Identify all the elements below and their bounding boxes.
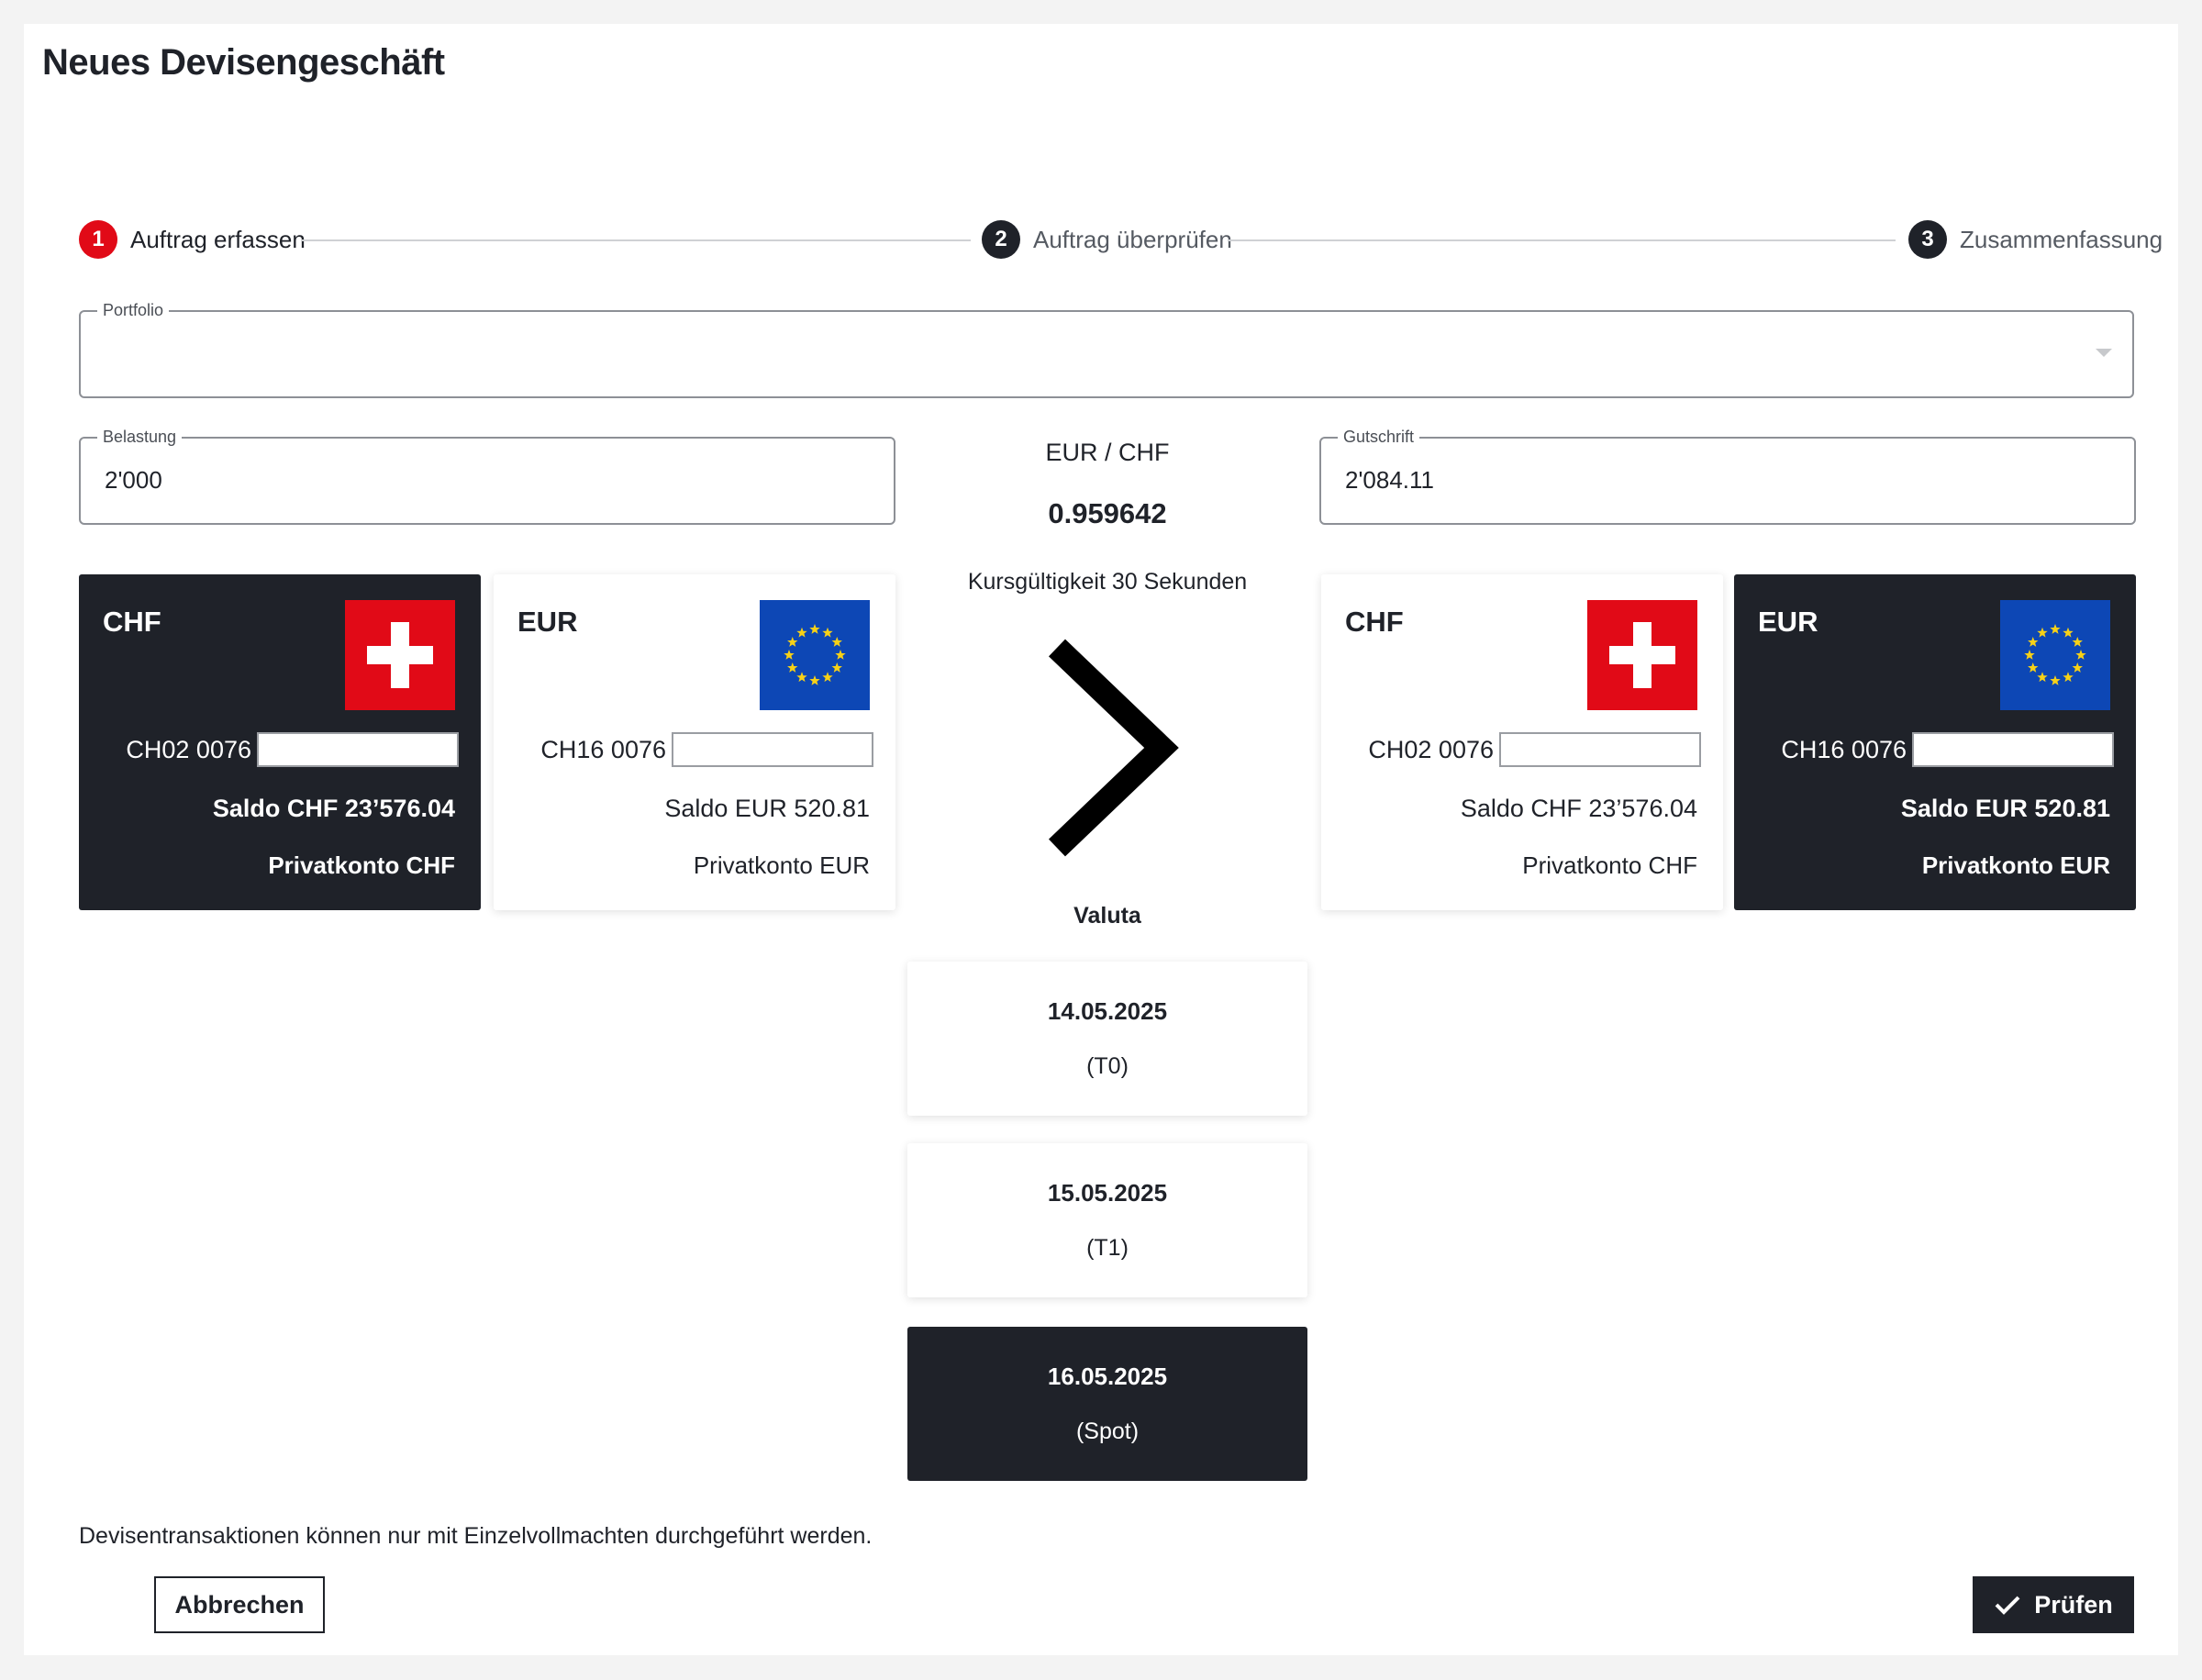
belastung-input[interactable]: Belastung 2'000: [79, 428, 895, 525]
step-2-number: 2: [982, 220, 1020, 259]
eu-flag-icon: [760, 600, 870, 710]
card-currency: EUR: [517, 606, 578, 638]
card-currency: CHF: [1345, 606, 1404, 638]
gutschrift-label: Gutschrift: [1338, 428, 1420, 447]
card-iban: CH16 0076: [1781, 732, 2114, 767]
card-currency: CHF: [103, 606, 161, 638]
card-currency: EUR: [1758, 606, 1818, 638]
step-2: 2 Auftrag überprüfen: [982, 220, 1232, 259]
debit-account-eur[interactable]: EUR CH16 0076 Saldo EUR 520.81 Privatkon…: [494, 574, 895, 910]
rate-validity: Kursgültigkeit 30 Sekunden: [967, 569, 1248, 595]
rate-value: 0.959642: [1048, 497, 1167, 529]
iban-prefix: CH16 0076: [1781, 735, 1907, 763]
step-2-label: Auftrag überprüfen: [1033, 225, 1232, 253]
valuta-date: 15.05.2025: [1047, 1179, 1168, 1207]
cancel-button[interactable]: Abbrechen: [154, 1576, 325, 1633]
step-3-label: Zusammenfassung: [1960, 225, 2163, 253]
card-account-name: Privatkonto CHF: [268, 851, 455, 879]
credit-account-chf[interactable]: CHF CH02 0076 Saldo CHF 23’576.04 Privat…: [1321, 574, 1723, 910]
step-connector-2: [1228, 239, 1896, 241]
iban-prefix: CH02 0076: [1368, 735, 1494, 763]
belastung-value[interactable]: 2'000: [105, 466, 162, 495]
debit-account-chf[interactable]: CHF CH02 0076 Saldo CHF 23’576.04 Privat…: [79, 574, 481, 910]
valuta-label: Valuta: [1073, 903, 1141, 929]
iban-prefix: CH02 0076: [126, 735, 251, 763]
page-title: Neues Devisengeschäft: [42, 42, 445, 83]
step-3-number: 3: [1908, 220, 1947, 259]
card-iban: CH02 0076: [126, 732, 459, 767]
valuta-date: 14.05.2025: [1047, 997, 1168, 1025]
valuta-tag: (T0): [1086, 1053, 1129, 1079]
valuta-tag: (T1): [1086, 1235, 1129, 1261]
valuta-option-t0[interactable]: 14.05.2025 (T0): [907, 962, 1307, 1116]
card-account-name: Privatkonto CHF: [1522, 851, 1697, 879]
card-account-name: Privatkonto EUR: [693, 851, 870, 879]
iban-masked-field: [1912, 732, 2114, 767]
check-button-label: Prüfen: [2034, 1590, 2113, 1619]
chevron-down-icon[interactable]: [2096, 349, 2112, 357]
credit-account-eur[interactable]: EUR CH16 0076 Saldo EUR 520.81 Privatkon…: [1734, 574, 2136, 910]
authorization-note: Devisentransaktionen können nur mit Einz…: [79, 1523, 873, 1549]
iban-masked-field: [257, 732, 459, 767]
iban-masked-field: [1499, 732, 1701, 767]
gutschrift-input[interactable]: Gutschrift 2'084.11: [1319, 428, 2136, 525]
step-1: 1 Auftrag erfassen: [79, 220, 306, 259]
card-saldo: Saldo CHF 23’576.04: [1460, 795, 1697, 822]
belastung-label: Belastung: [97, 428, 183, 447]
step-1-label: Auftrag erfassen: [130, 225, 306, 253]
valuta-option-spot[interactable]: 16.05.2025 (Spot): [907, 1327, 1307, 1481]
valuta-option-t1[interactable]: 15.05.2025 (T1): [907, 1143, 1307, 1297]
portfolio-label: Portfolio: [97, 301, 170, 320]
checkmark-icon: [1995, 1596, 2020, 1615]
rate-pair: EUR / CHF: [1045, 439, 1170, 466]
valuta-date: 16.05.2025: [1047, 1363, 1168, 1390]
step-1-number: 1: [79, 220, 117, 259]
card-iban: CH16 0076: [540, 732, 873, 767]
iban-masked-field: [672, 732, 873, 767]
card-saldo: Saldo CHF 23’576.04: [212, 795, 455, 822]
step-connector-1: [301, 239, 971, 241]
portfolio-select[interactable]: Portfolio: [79, 301, 2134, 398]
check-button[interactable]: Prüfen: [1973, 1576, 2134, 1633]
card-iban: CH02 0076: [1368, 732, 1701, 767]
swiss-flag-icon: [1587, 600, 1697, 710]
swiss-flag-icon: [345, 600, 455, 710]
card-saldo: Saldo EUR 520.81: [664, 795, 870, 822]
card-saldo: Saldo EUR 520.81: [1900, 795, 2110, 822]
valuta-tag: (Spot): [1075, 1419, 1140, 1444]
gutschrift-value[interactable]: 2'084.11: [1345, 466, 1434, 495]
step-3: 3 Zusammenfassung: [1908, 220, 2163, 259]
eu-flag-icon: [2000, 600, 2110, 710]
iban-prefix: CH16 0076: [540, 735, 666, 763]
chevron-right-icon: [1049, 639, 1179, 857]
card-account-name: Privatkonto EUR: [1921, 851, 2110, 879]
